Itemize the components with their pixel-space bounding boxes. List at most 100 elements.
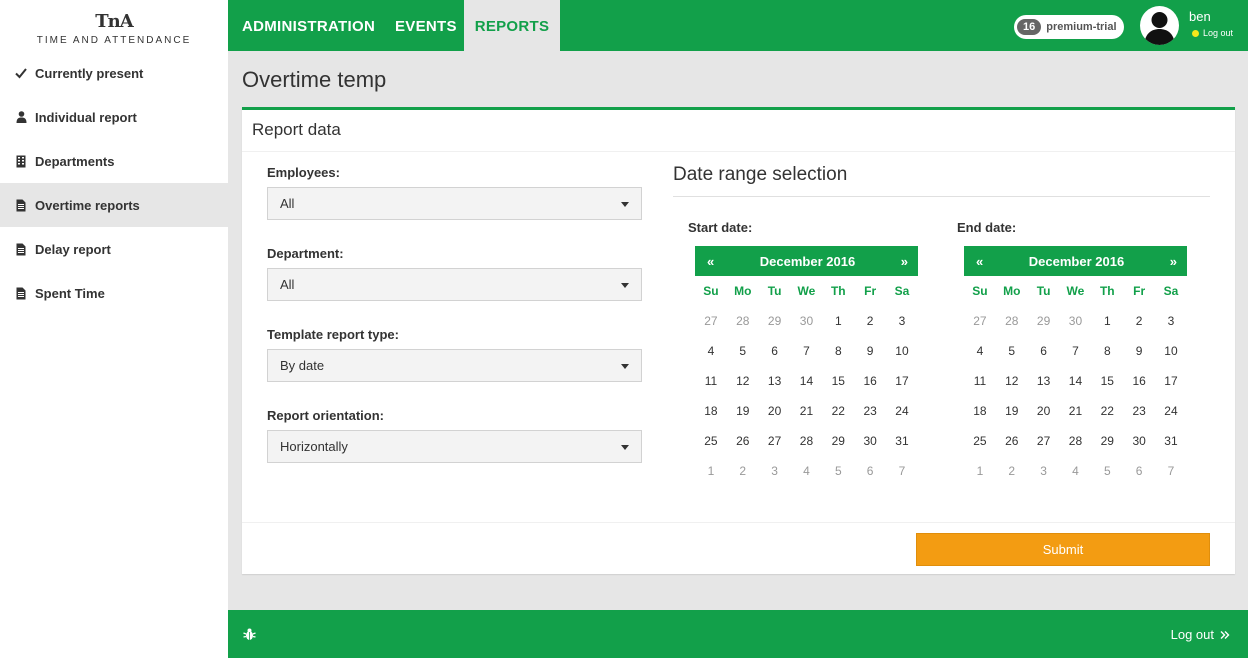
calendar-day[interactable]: 24 <box>886 396 918 426</box>
sidebar-item-spent-time[interactable]: Spent Time <box>0 271 228 315</box>
calendar-day[interactable]: 1 <box>1091 306 1123 336</box>
submit-button[interactable]: Submit <box>916 533 1210 566</box>
calendar-day[interactable]: 23 <box>1123 396 1155 426</box>
calendar-day[interactable]: 29 <box>759 306 791 336</box>
calendar-day[interactable]: 17 <box>886 366 918 396</box>
calendar-day[interactable]: 18 <box>695 396 727 426</box>
calendar-day[interactable]: 27 <box>695 306 727 336</box>
calendar-day[interactable]: 28 <box>996 306 1028 336</box>
calendar-day[interactable]: 9 <box>1123 336 1155 366</box>
calendar-day[interactable]: 20 <box>1028 396 1060 426</box>
calendar-day[interactable]: 7 <box>1155 456 1187 486</box>
calendar-day[interactable]: 5 <box>996 336 1028 366</box>
calendar-day[interactable]: 29 <box>822 426 854 456</box>
calendar-day[interactable]: 3 <box>1155 306 1187 336</box>
calendar-day[interactable]: 24 <box>1155 396 1187 426</box>
calendar-day[interactable]: 23 <box>854 396 886 426</box>
calendar-day[interactable]: 11 <box>695 366 727 396</box>
calendar-day[interactable]: 5 <box>822 456 854 486</box>
template-type-select[interactable]: By date <box>267 349 642 382</box>
calendar-day[interactable]: 30 <box>1123 426 1155 456</box>
calendar-day[interactable]: 16 <box>854 366 886 396</box>
calendar-day[interactable]: 10 <box>1155 336 1187 366</box>
calendar-day[interactable]: 27 <box>964 306 996 336</box>
calendar-day[interactable]: 8 <box>822 336 854 366</box>
calendar-day[interactable]: 12 <box>996 366 1028 396</box>
calendar-day[interactable]: 28 <box>727 306 759 336</box>
calendar-day[interactable]: 3 <box>1028 456 1060 486</box>
sidebar-item-departments[interactable]: Departments <box>0 139 228 183</box>
calendar-day[interactable]: 31 <box>886 426 918 456</box>
calendar-day[interactable]: 19 <box>996 396 1028 426</box>
calendar-day[interactable]: 3 <box>759 456 791 486</box>
calendar-day[interactable]: 13 <box>1028 366 1060 396</box>
calendar-day[interactable]: 4 <box>695 336 727 366</box>
calendar-day[interactable]: 22 <box>1091 396 1123 426</box>
calendar-day[interactable]: 28 <box>1060 426 1092 456</box>
prev-month-button[interactable]: « <box>976 254 983 269</box>
calendar-day[interactable]: 7 <box>886 456 918 486</box>
calendar-day[interactable]: 2 <box>1123 306 1155 336</box>
calendar-day[interactable]: 31 <box>1155 426 1187 456</box>
calendar-day[interactable]: 5 <box>1091 456 1123 486</box>
calendar-day[interactable]: 12 <box>727 366 759 396</box>
calendar-day[interactable]: 1 <box>695 456 727 486</box>
calendar-day[interactable]: 4 <box>1060 456 1092 486</box>
calendar-day[interactable]: 14 <box>1060 366 1092 396</box>
calendar-day[interactable]: 14 <box>791 366 823 396</box>
calendar-month-title[interactable]: December 2016 <box>1029 254 1124 269</box>
calendar-day[interactable]: 30 <box>1060 306 1092 336</box>
tab-reports[interactable]: REPORTS <box>464 0 560 51</box>
prev-month-button[interactable]: « <box>707 254 714 269</box>
sidebar-item-individual-report[interactable]: Individual report <box>0 95 228 139</box>
calendar-day[interactable]: 9 <box>854 336 886 366</box>
calendar-day[interactable]: 5 <box>727 336 759 366</box>
calendar-day[interactable]: 27 <box>759 426 791 456</box>
calendar-day[interactable]: 21 <box>791 396 823 426</box>
calendar-day[interactable]: 3 <box>886 306 918 336</box>
calendar-day[interactable]: 10 <box>886 336 918 366</box>
calendar-day[interactable]: 29 <box>1091 426 1123 456</box>
calendar-day[interactable]: 29 <box>1028 306 1060 336</box>
calendar-day[interactable]: 28 <box>791 426 823 456</box>
employees-select[interactable]: All <box>267 187 642 220</box>
calendar-day[interactable]: 7 <box>1060 336 1092 366</box>
calendar-day[interactable]: 30 <box>854 426 886 456</box>
calendar-day[interactable]: 4 <box>964 336 996 366</box>
calendar-day[interactable]: 18 <box>964 396 996 426</box>
calendar-day[interactable]: 26 <box>727 426 759 456</box>
calendar-day[interactable]: 21 <box>1060 396 1092 426</box>
calendar-day[interactable]: 17 <box>1155 366 1187 396</box>
calendar-day[interactable]: 4 <box>791 456 823 486</box>
avatar[interactable] <box>1140 6 1179 45</box>
calendar-day[interactable]: 25 <box>964 426 996 456</box>
calendar-day[interactable]: 6 <box>854 456 886 486</box>
sidebar-item-delay-report[interactable]: Delay report <box>0 227 228 271</box>
calendar-day[interactable]: 1 <box>964 456 996 486</box>
sidebar-item-overtime-reports[interactable]: Overtime reports <box>0 183 228 227</box>
calendar-day[interactable]: 26 <box>996 426 1028 456</box>
calendar-day[interactable]: 13 <box>759 366 791 396</box>
calendar-day[interactable]: 19 <box>727 396 759 426</box>
calendar-day[interactable]: 2 <box>996 456 1028 486</box>
next-month-button[interactable]: » <box>901 254 908 269</box>
bug-icon[interactable] <box>243 628 256 641</box>
calendar-day[interactable]: 15 <box>1091 366 1123 396</box>
calendar-day[interactable]: 22 <box>822 396 854 426</box>
calendar-day[interactable]: 20 <box>759 396 791 426</box>
sidebar-item-currently-present[interactable]: Currently present <box>0 51 228 95</box>
calendar-day[interactable]: 6 <box>1028 336 1060 366</box>
calendar-day[interactable]: 7 <box>791 336 823 366</box>
calendar-day[interactable]: 6 <box>1123 456 1155 486</box>
header-logout-link[interactable]: Log out <box>1192 28 1233 38</box>
calendar-day[interactable]: 27 <box>1028 426 1060 456</box>
calendar-day[interactable]: 2 <box>727 456 759 486</box>
tab-events[interactable]: EVENTS <box>395 0 457 51</box>
tab-administration[interactable]: ADMINISTRATION <box>242 0 375 51</box>
calendar-month-title[interactable]: December 2016 <box>760 254 855 269</box>
calendar-day[interactable]: 15 <box>822 366 854 396</box>
orientation-select[interactable]: Horizontally <box>267 430 642 463</box>
plan-badge[interactable]: 16 premium-trial <box>1014 15 1124 39</box>
next-month-button[interactable]: » <box>1170 254 1177 269</box>
calendar-day[interactable]: 25 <box>695 426 727 456</box>
